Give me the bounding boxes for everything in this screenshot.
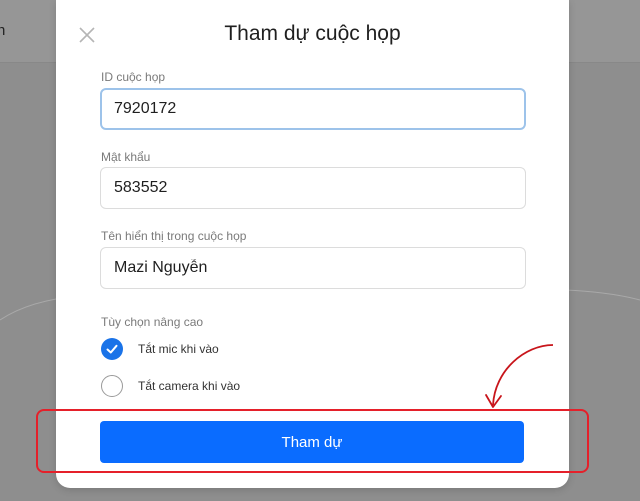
display-name-label: Tên hiển thị trong cuộc họp <box>101 229 247 243</box>
check-icon <box>106 344 118 354</box>
meeting-id-input[interactable] <box>100 88 526 130</box>
mute-mic-label: Tắt mic khi vào <box>138 342 219 356</box>
password-input[interactable] <box>100 167 526 209</box>
turn-off-camera-label: Tắt camera khi vào <box>138 379 241 393</box>
join-meeting-dialog: Tham dự cuộc họp ID cuộc họp Mật khẩu Tê… <box>56 0 569 488</box>
dialog-title: Tham dự cuộc họp <box>224 22 401 45</box>
advanced-options-label: Tùy chọn nâng cao <box>101 315 204 329</box>
meeting-id-label: ID cuộc họp <box>101 70 166 84</box>
turn-off-camera-option[interactable]: Tắt camera khi vào <box>101 374 240 398</box>
password-label: Mật khẩu <box>101 150 151 164</box>
mute-mic-option[interactable]: Tắt mic khi vào <box>101 337 219 361</box>
turn-off-camera-checkbox[interactable] <box>101 375 123 397</box>
join-button[interactable]: Tham dự <box>100 421 524 463</box>
display-name-input[interactable] <box>100 247 526 289</box>
mute-mic-checkbox[interactable] <box>101 338 123 360</box>
